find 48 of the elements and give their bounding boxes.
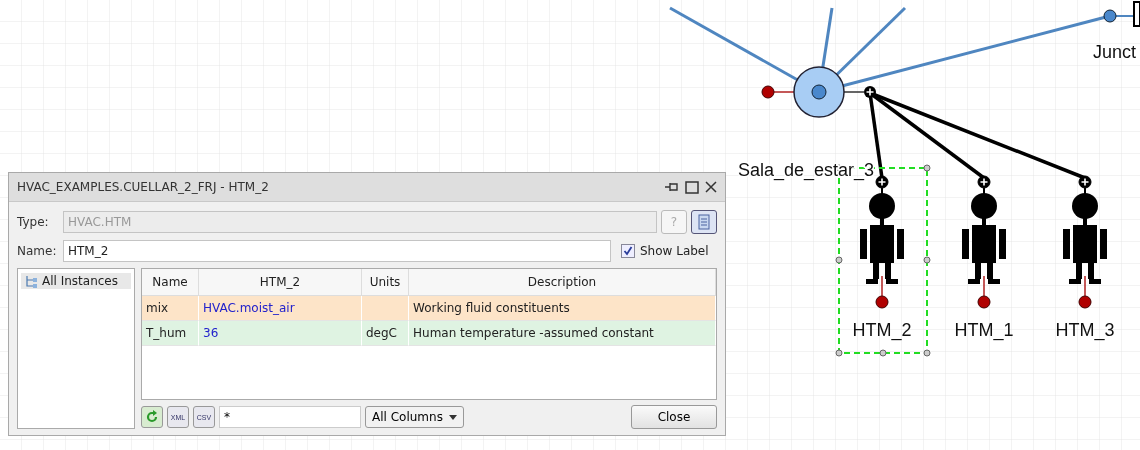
checkbox-label: Show Label: [640, 244, 709, 258]
field-label: Type:: [17, 215, 50, 229]
instances-icon: [25, 274, 38, 288]
filter-field[interactable]: *: [219, 406, 361, 428]
person-figure[interactable]: [962, 193, 1006, 284]
port-icon[interactable]: [977, 295, 991, 309]
pin-icon[interactable]: [665, 182, 679, 192]
port-icon[interactable]: [1078, 175, 1092, 189]
tree-item[interactable]: All Instances: [21, 273, 131, 289]
close-button[interactable]: Close: [631, 405, 717, 429]
columns-dropdown[interactable]: All Columns: [365, 406, 464, 428]
column-header[interactable]: HTM_2: [199, 269, 362, 296]
port-icon[interactable]: [761, 85, 775, 99]
document-button[interactable]: [691, 210, 717, 234]
person-figure[interactable]: [860, 193, 904, 284]
table-cell: T_hum: [142, 321, 199, 346]
show-label-checkbox[interactable]: [621, 244, 635, 258]
dialog-title: HVAC_EXAMPLES.CUELLAR_2_FRJ - HTM_2: [17, 180, 269, 194]
name-field[interactable]: HTM_2: [63, 240, 611, 262]
table-row[interactable]: T_hum 36 degC Human temperature -assumed constant: [142, 321, 716, 346]
port-icon[interactable]: [875, 295, 889, 309]
column-header[interactable]: Description: [409, 269, 716, 296]
refresh-icon: [145, 410, 159, 424]
document-icon: [698, 214, 710, 230]
maximize-icon[interactable]: [685, 180, 699, 194]
port-icon[interactable]: [1078, 295, 1092, 309]
node-label: HTM_2: [852, 320, 912, 340]
table-cell: Human temperature -assumed constant: [409, 321, 716, 346]
field-label: Name:: [17, 244, 58, 258]
node-label: Sala_de_estar_3: [738, 160, 875, 180]
port-icon[interactable]: [977, 175, 991, 189]
room-node[interactable]: [793, 66, 845, 118]
close-icon[interactable]: [705, 181, 717, 193]
table-cell: degC: [362, 321, 409, 346]
node-label: HTM_3: [1055, 320, 1115, 340]
node-label: HTM_1: [954, 320, 1014, 340]
column-header[interactable]: Name: [142, 269, 199, 296]
person-figure[interactable]: [1063, 193, 1107, 284]
component-node[interactable]: [1133, 1, 1140, 27]
caret-icon: [448, 414, 457, 420]
junction-node[interactable]: [1103, 9, 1117, 23]
table-cell: 36: [199, 321, 362, 346]
tree-item-label: All Instances: [42, 274, 118, 288]
column-header[interactable]: Units: [362, 269, 409, 296]
node-label: Junct: [1093, 42, 1137, 62]
port-icon[interactable]: [875, 175, 889, 189]
refresh-button[interactable]: [141, 406, 163, 428]
table-row[interactable]: mix HVAC.moist_air Working fluid constituents: [142, 296, 716, 321]
